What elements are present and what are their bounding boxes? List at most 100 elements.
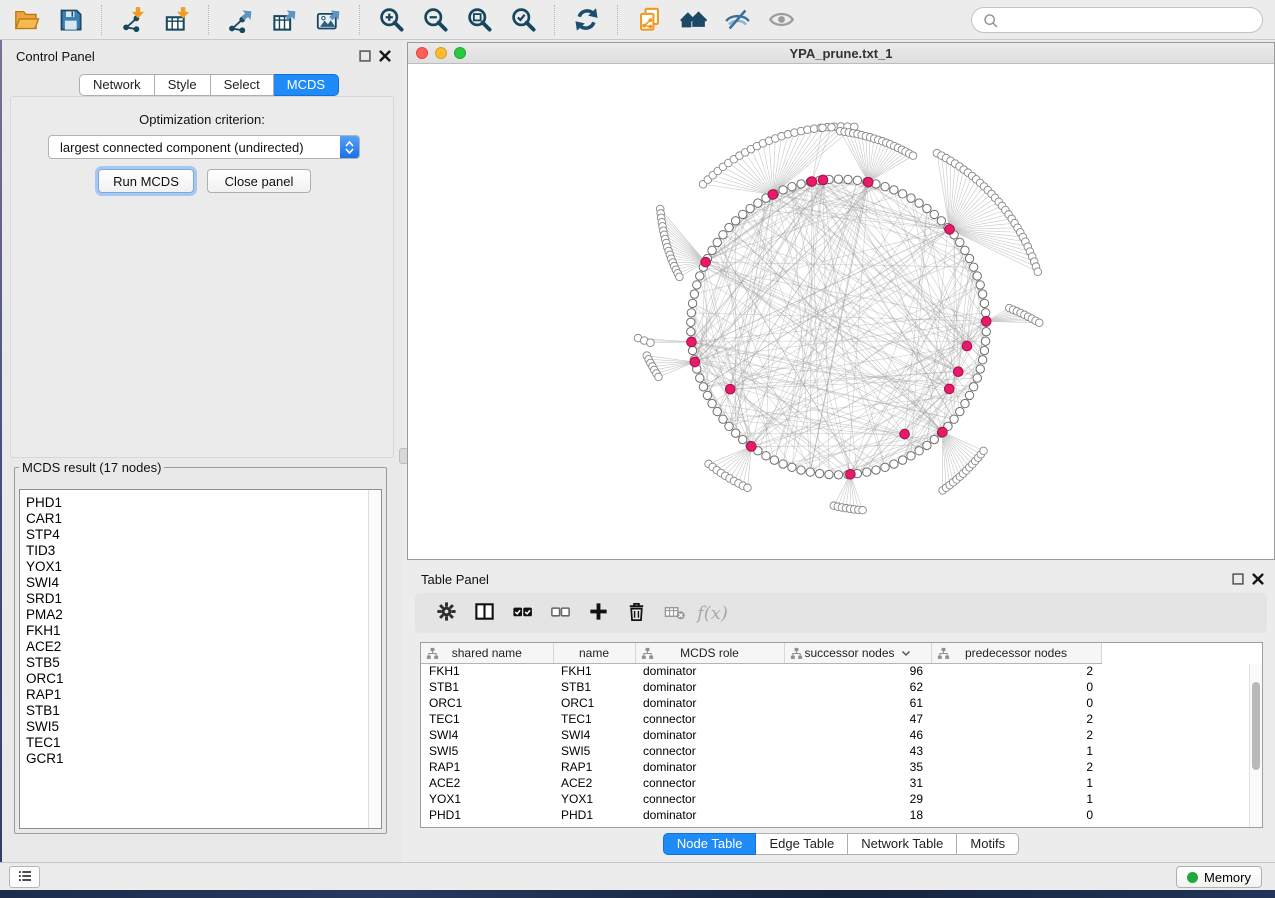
network-node[interactable] bbox=[834, 175, 842, 183]
network-node[interactable] bbox=[762, 452, 770, 460]
network-leaf-node[interactable] bbox=[909, 152, 917, 160]
mcds-result-item[interactable]: ACE2 bbox=[20, 639, 381, 655]
mcds-result-item[interactable]: PMA2 bbox=[20, 607, 381, 623]
network-node[interactable] bbox=[713, 238, 721, 246]
zoom-out-button[interactable] bbox=[415, 3, 455, 37]
network-node[interactable] bbox=[956, 407, 964, 415]
apply-function-button[interactable]: f(x) bbox=[695, 597, 730, 629]
mcds-list-scrollbar[interactable] bbox=[368, 490, 381, 828]
network-node[interactable] bbox=[872, 466, 880, 474]
deselect-all-button[interactable] bbox=[543, 597, 578, 629]
mcds-result-item[interactable]: SRD1 bbox=[20, 591, 381, 607]
mcds-hub-node[interactable] bbox=[945, 225, 955, 235]
network-leaf-node[interactable] bbox=[1034, 268, 1042, 276]
network-node[interactable] bbox=[725, 422, 733, 430]
mcds-hub-node[interactable] bbox=[900, 429, 910, 439]
mcds-result-item[interactable]: YOX1 bbox=[20, 559, 381, 575]
task-history-button[interactable] bbox=[9, 866, 40, 888]
network-node[interactable] bbox=[806, 468, 814, 476]
network-node[interactable] bbox=[881, 463, 889, 471]
mcds-result-item[interactable]: TID3 bbox=[20, 543, 381, 559]
network-node[interactable] bbox=[739, 435, 747, 443]
network-node[interactable] bbox=[930, 210, 938, 218]
tab-style[interactable]: Style bbox=[155, 74, 211, 96]
mcds-result-item[interactable]: GCR1 bbox=[20, 751, 381, 767]
network-node[interactable] bbox=[915, 447, 923, 455]
network-node[interactable] bbox=[746, 204, 754, 212]
network-node[interactable] bbox=[980, 346, 988, 354]
network-node[interactable] bbox=[731, 217, 739, 225]
mcds-hub-node[interactable] bbox=[962, 341, 972, 351]
delete-table-button[interactable] bbox=[657, 597, 692, 629]
zoom-selected-button[interactable] bbox=[503, 3, 543, 37]
network-node[interactable] bbox=[754, 199, 762, 207]
network-node[interactable] bbox=[797, 180, 805, 188]
column-header-successor-nodes[interactable]: successor nodes bbox=[784, 643, 931, 663]
network-node[interactable] bbox=[965, 254, 973, 262]
network-node[interactable] bbox=[890, 186, 898, 194]
column-header-name[interactable]: name bbox=[553, 643, 635, 663]
network-node[interactable] bbox=[696, 272, 704, 280]
table-settings-button[interactable] bbox=[429, 597, 464, 629]
close-panel-button[interactable]: Close panel bbox=[207, 169, 311, 193]
network-node[interactable] bbox=[687, 318, 695, 326]
table-row[interactable]: STB1STB1dominator620 bbox=[421, 679, 1250, 695]
mcds-result-item[interactable]: STP4 bbox=[20, 527, 381, 543]
select-all-button[interactable] bbox=[505, 597, 540, 629]
network-node[interactable] bbox=[981, 337, 989, 345]
network-node[interactable] bbox=[770, 456, 778, 464]
network-node[interactable] bbox=[719, 231, 727, 239]
network-node[interactable] bbox=[965, 391, 973, 399]
tab-motifs[interactable]: Motifs bbox=[957, 833, 1019, 855]
network-node[interactable] bbox=[950, 415, 958, 423]
show-all-button[interactable] bbox=[761, 3, 801, 37]
mcds-hub-node[interactable] bbox=[747, 442, 757, 452]
network-leaf-node[interactable] bbox=[676, 273, 684, 281]
network-node[interactable] bbox=[687, 309, 695, 317]
mcds-hub-node[interactable] bbox=[818, 175, 828, 185]
network-node[interactable] bbox=[898, 456, 906, 464]
network-node[interactable] bbox=[696, 374, 704, 382]
mcds-hub-node[interactable] bbox=[944, 384, 954, 394]
network-leaf-node[interactable] bbox=[980, 447, 988, 455]
network-leaf-node[interactable] bbox=[647, 339, 655, 347]
table-row[interactable]: TEC1TEC1connector472 bbox=[421, 711, 1250, 727]
network-node[interactable] bbox=[815, 469, 823, 477]
network-node[interactable] bbox=[719, 415, 727, 423]
network-node[interactable] bbox=[881, 182, 889, 190]
network-node[interactable] bbox=[739, 210, 747, 218]
network-node[interactable] bbox=[788, 182, 796, 190]
network-node[interactable] bbox=[797, 466, 805, 474]
network-leaf-node[interactable] bbox=[744, 484, 752, 492]
mcds-hub-node[interactable] bbox=[725, 384, 735, 394]
criterion-dropdown[interactable]: largest connected component (undirected) bbox=[48, 135, 360, 159]
network-node[interactable] bbox=[703, 391, 711, 399]
table-row[interactable]: SWI5SWI5connector431 bbox=[421, 743, 1250, 759]
mcds-result-item[interactable]: ORC1 bbox=[20, 671, 381, 687]
table-row[interactable]: ORC1ORC1dominator610 bbox=[421, 695, 1250, 711]
network-canvas[interactable] bbox=[408, 64, 1274, 559]
mcds-hub-node[interactable] bbox=[938, 427, 948, 437]
network-node[interactable] bbox=[976, 281, 984, 289]
network-node[interactable] bbox=[688, 346, 696, 354]
network-node[interactable] bbox=[978, 356, 986, 364]
mcds-result-item[interactable]: STB1 bbox=[20, 703, 381, 719]
network-node[interactable] bbox=[956, 238, 964, 246]
zoom-in-button[interactable] bbox=[371, 3, 411, 37]
network-leaf-node[interactable] bbox=[828, 124, 836, 132]
tab-network[interactable]: Network bbox=[79, 74, 155, 96]
network-node[interactable] bbox=[687, 327, 695, 335]
network-node[interactable] bbox=[890, 460, 898, 468]
network-node[interactable] bbox=[923, 441, 931, 449]
duplicate-network-button[interactable] bbox=[629, 3, 669, 37]
network-node[interactable] bbox=[980, 299, 988, 307]
mcds-result-item[interactable]: FKH1 bbox=[20, 623, 381, 639]
network-node[interactable] bbox=[961, 246, 969, 254]
export-table-button[interactable] bbox=[264, 3, 304, 37]
network-node[interactable] bbox=[961, 399, 969, 407]
import-network-button[interactable] bbox=[113, 3, 153, 37]
network-node[interactable] bbox=[825, 470, 833, 478]
hide-selected-button[interactable] bbox=[717, 3, 757, 37]
network-node[interactable] bbox=[863, 468, 871, 476]
network-leaf-node[interactable] bbox=[819, 124, 827, 132]
